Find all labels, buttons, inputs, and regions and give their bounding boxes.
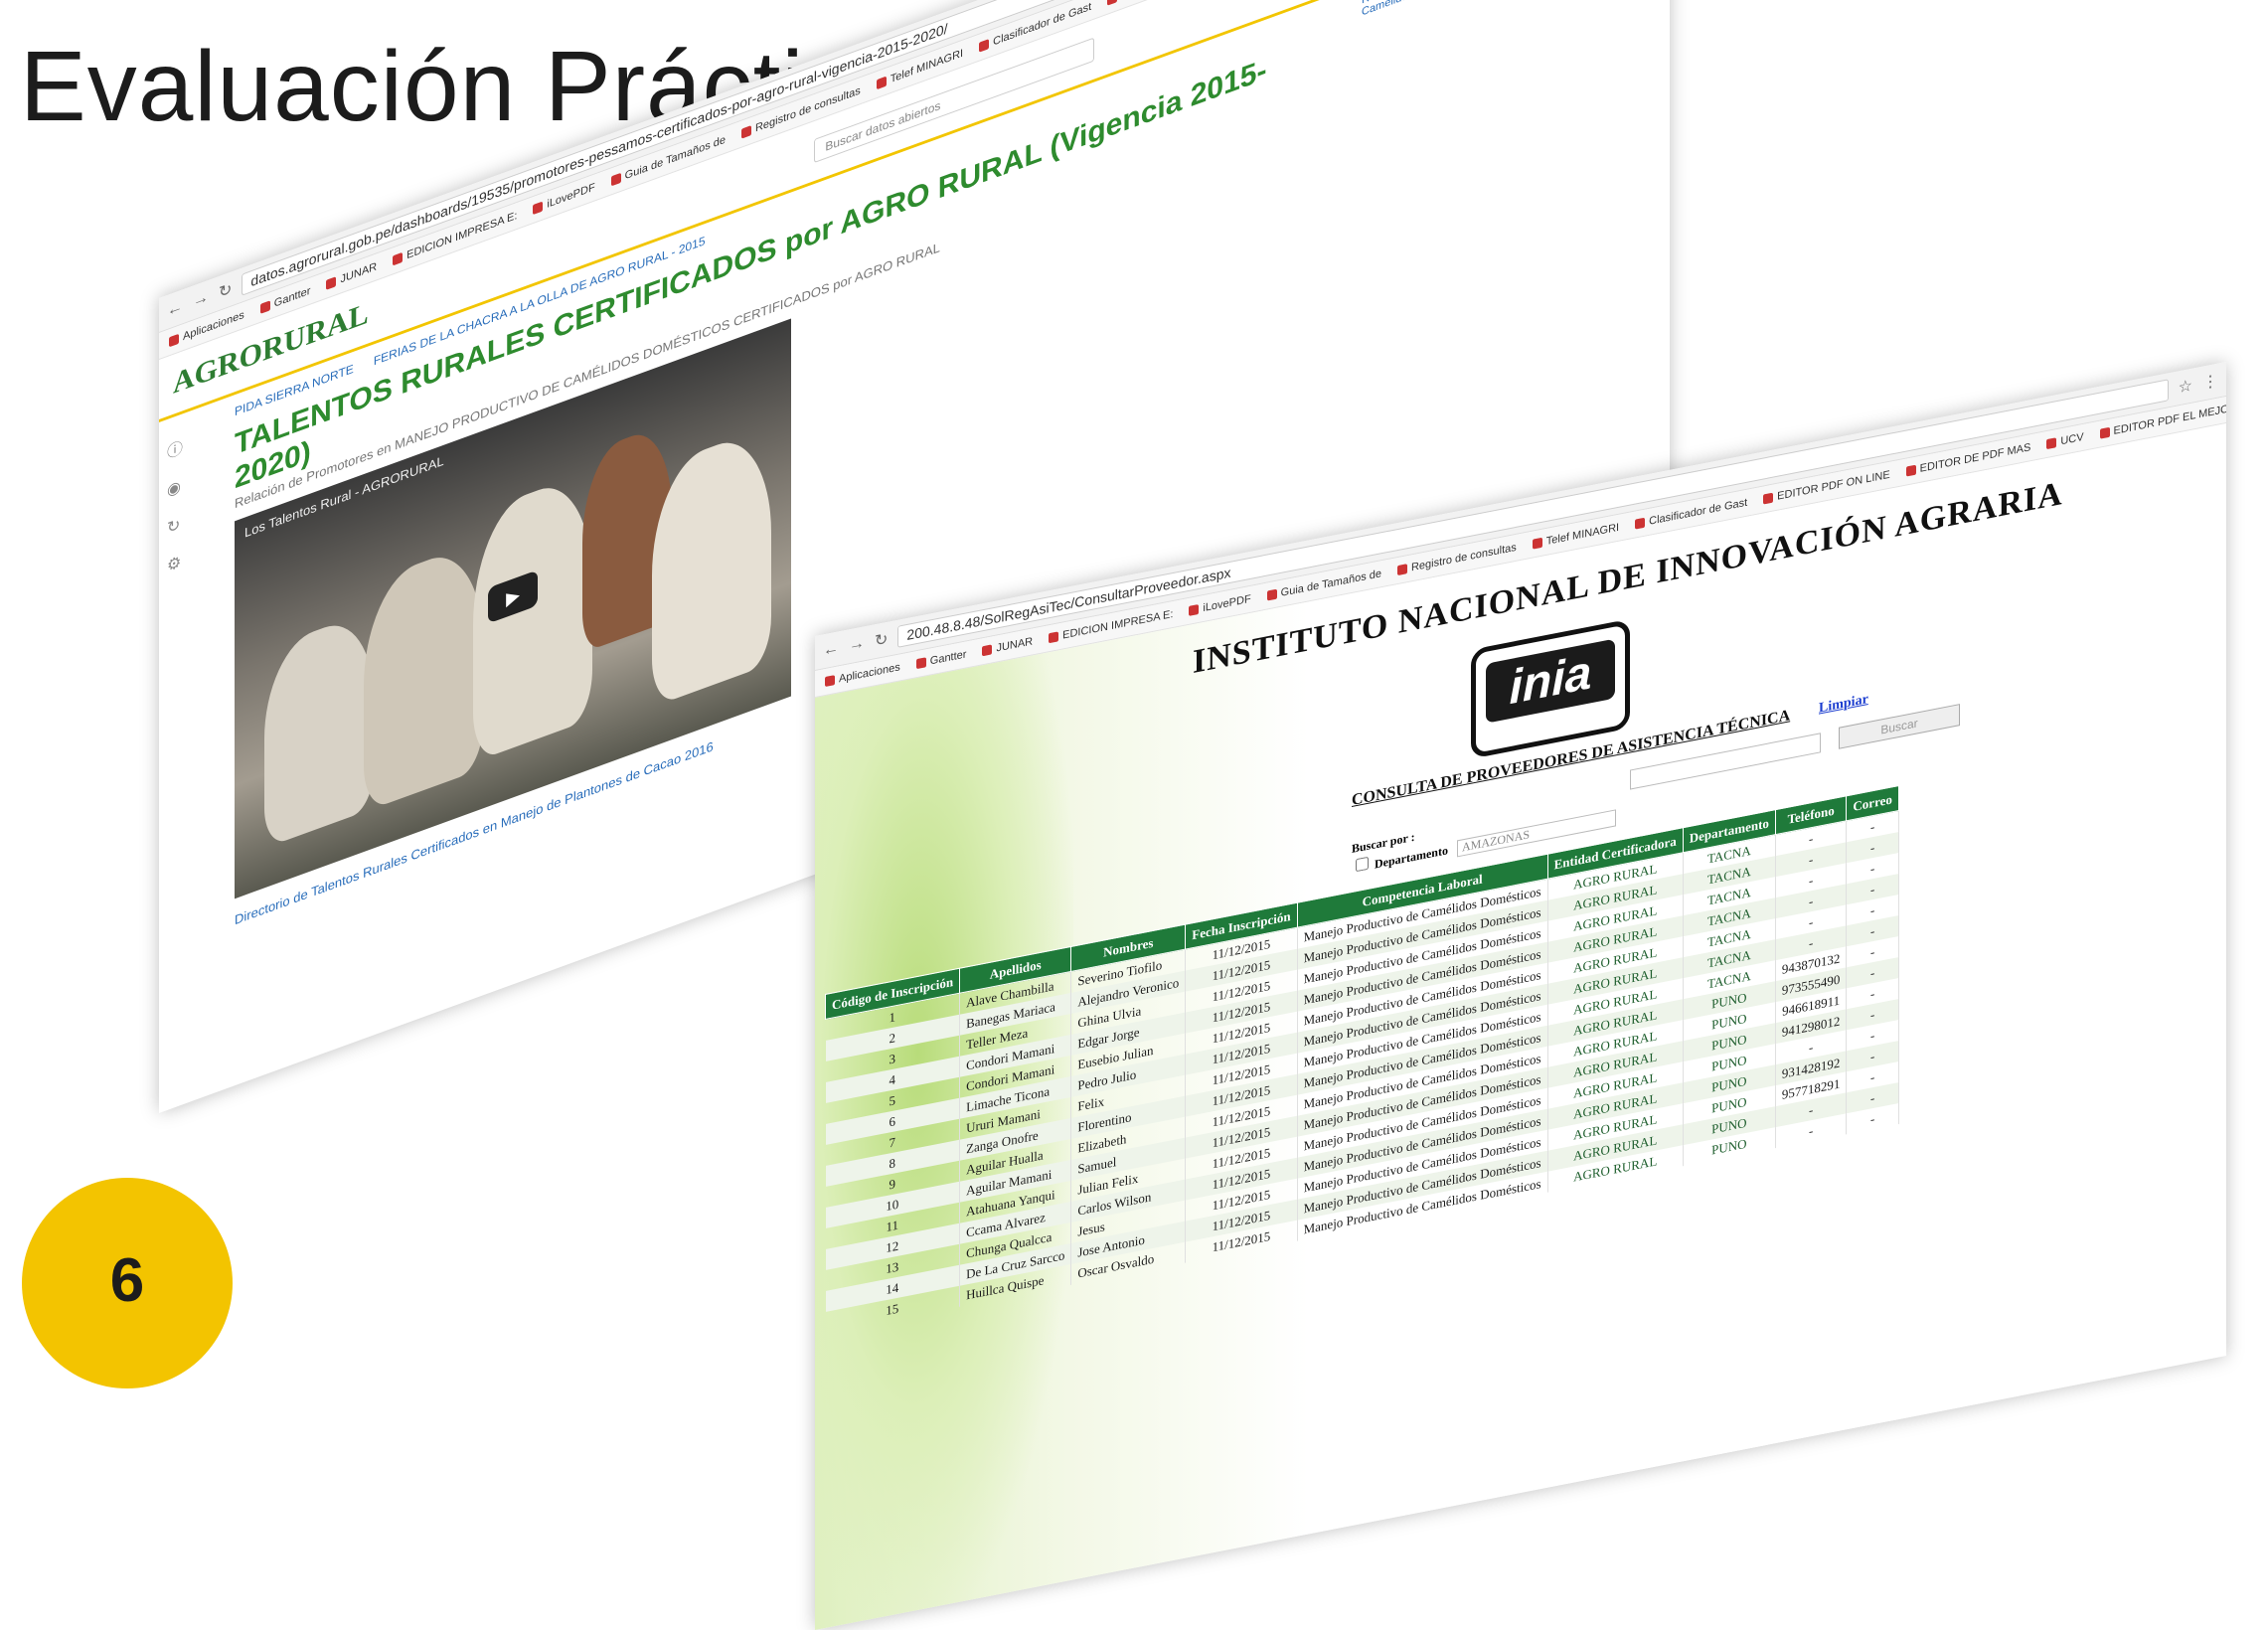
bookmark-icon	[1905, 464, 1916, 477]
bookmark-label: JUNAR	[996, 635, 1034, 655]
bookmark-icon	[825, 675, 835, 688]
bookmark-icon	[1532, 537, 1542, 550]
bookmark-item[interactable]: JUNAR	[982, 635, 1033, 657]
bookmark-icon	[2099, 426, 2110, 439]
slide-number: 6	[109, 1246, 145, 1315]
bookmark-item[interactable]: iLovePDF	[1189, 592, 1251, 617]
bookmark-icon	[2046, 437, 2057, 450]
settings-icon[interactable]: ⚙	[167, 543, 207, 577]
department-checkbox[interactable]	[1356, 856, 1369, 873]
bookmark-icon	[982, 644, 993, 657]
inia-logo: inia	[1471, 618, 1630, 759]
bookmark-icon	[393, 251, 404, 266]
bookmark-icon	[326, 276, 337, 290]
bookmark-item[interactable]: UCV	[2046, 430, 2084, 450]
bookmark-icon	[1763, 492, 1774, 505]
slide-number-badge: 6	[22, 1178, 233, 1388]
search-button[interactable]: Buscar	[1839, 704, 1960, 749]
forward-icon[interactable]: →	[849, 634, 865, 655]
info-icon[interactable]: ⓘ	[167, 425, 207, 464]
bookmark-icon	[169, 333, 179, 348]
bookmark-icon	[915, 657, 926, 670]
panel-title[interactable]: Relación de Promotores CERTIFICADOS en M…	[1362, 0, 1660, 19]
forward-icon[interactable]: →	[193, 288, 209, 312]
bookmark-icon	[740, 125, 751, 139]
bookmark-label: Gantter	[929, 648, 967, 668]
side-toolbar: ⓘ ◉ ↻ ⚙	[159, 403, 215, 965]
bookmark-icon	[1049, 631, 1059, 644]
bookmark-icon	[979, 39, 990, 53]
back-icon[interactable]: ←	[823, 639, 839, 660]
bookmark-icon	[533, 201, 544, 216]
back-icon[interactable]: ←	[167, 297, 183, 321]
promoters-table-panel: Relación de Promotores CERTIFICADOS en M…	[1352, 0, 1670, 531]
embed-icon[interactable]: ◉	[167, 467, 207, 502]
menu-icon[interactable]: ⋮	[2202, 371, 2218, 394]
bookmark-icon	[1396, 564, 1407, 576]
bookmark-icon	[610, 172, 621, 187]
bookmark-icon	[1189, 603, 1200, 616]
bookmark-item[interactable]: Gantter	[915, 648, 967, 670]
bookmark-icon	[876, 76, 887, 90]
reload-icon[interactable]: ↻	[219, 278, 232, 303]
bookmark-label: UCV	[2060, 430, 2084, 448]
bookmark-icon	[1635, 517, 1646, 530]
bookmark-label: iLovePDF	[1203, 592, 1251, 615]
reload-icon[interactable]: ↻	[875, 629, 888, 652]
bookmark-icon	[1107, 0, 1118, 6]
bookmark-icon	[1266, 588, 1277, 601]
bookmark-label: Aplicaciones	[839, 661, 900, 686]
star-icon[interactable]: ☆	[2179, 376, 2192, 399]
refresh-icon[interactable]: ↻	[167, 505, 207, 540]
bookmark-icon	[259, 300, 270, 314]
clear-link[interactable]: Limpiar	[1819, 692, 1868, 718]
